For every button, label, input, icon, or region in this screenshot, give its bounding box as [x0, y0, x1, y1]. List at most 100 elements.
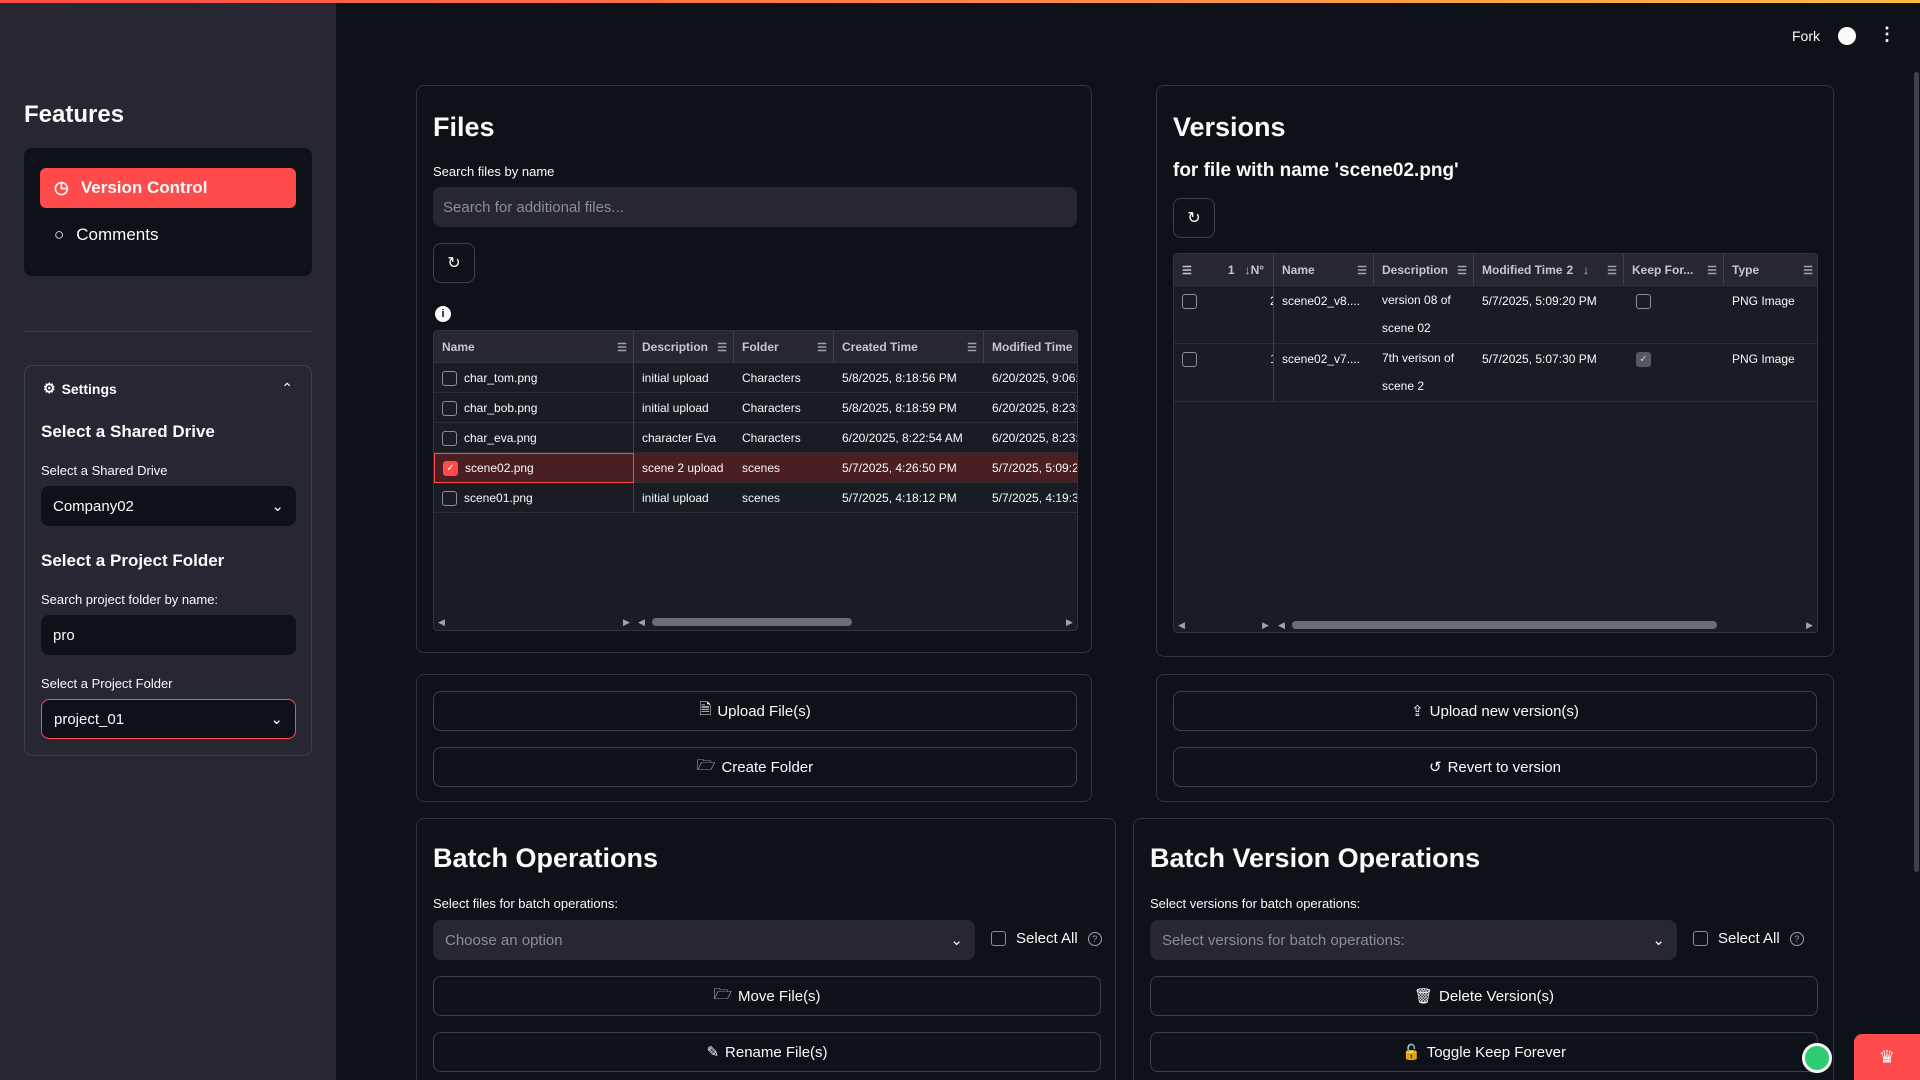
cell-modified: 5/7/2025, 4:19:3 [992, 491, 1078, 505]
versions-title: Versions [1173, 112, 1286, 142]
crown-icon: ♛ [1878, 1046, 1896, 1067]
folder-select[interactable]: project_01 ⌄ [41, 699, 296, 739]
col-header-created[interactable]: Created Time ☰ [834, 331, 984, 363]
files-search-input[interactable]: Search for additional files... [433, 187, 1077, 227]
select-all-checkbox[interactable] [1693, 931, 1708, 946]
row-checkbox[interactable] [442, 490, 457, 506]
kebab-menu-icon[interactable]: ⋮ [1878, 24, 1896, 45]
table-row[interactable]: 1 scene02_v7.... 7th verison ofscene 2 5/7/… [1174, 344, 1817, 402]
cell-name: char_bob.png [434, 393, 634, 423]
fork-link[interactable]: Fork [1792, 28, 1820, 44]
versions-refresh-button[interactable]: ↻ [1173, 198, 1215, 238]
table-row[interactable]: ✓ scene02.png scene 2 upload scenes 5/7/2025… [434, 453, 1077, 483]
col-header-sort[interactable]: ☰ 1 ↓ N° [1174, 254, 1274, 286]
rename-files-button[interactable]: ✎ Rename File(s) [433, 1032, 1101, 1072]
col-header-folder[interactable]: Folder ☰ [734, 331, 834, 363]
files-grid-hscrollbar[interactable] [652, 618, 852, 626]
github-icon[interactable] [1838, 27, 1856, 45]
col-header-description[interactable]: Description ☰ [634, 331, 734, 363]
cell-select: 2 [1174, 286, 1274, 344]
batch-versions-select-all[interactable]: Select All ? [1677, 930, 1804, 947]
cell-folder: Characters [742, 431, 801, 445]
help-icon[interactable]: ? [1789, 931, 1804, 946]
filter-icon[interactable]: ☰ [817, 341, 827, 354]
create-folder-button[interactable]: 🗁 Create Folder [433, 747, 1077, 787]
settings-header[interactable]: ⚙ Settings [43, 380, 117, 397]
scroll-right-icon[interactable]: ▶ [1806, 620, 1813, 631]
avatar[interactable] [1802, 1043, 1832, 1073]
folder-search-input[interactable]: pro [41, 615, 296, 655]
cell-created: 6/20/2025, 8:22:54 AM [842, 431, 963, 445]
scroll-right-icon[interactable]: ▶ [623, 617, 630, 628]
filter-icon[interactable]: ☰ [1607, 264, 1617, 277]
table-row[interactable]: char_tom.png initial upload Characters 5/8/… [434, 363, 1078, 393]
batch-version-operations-card: Batch Version Operations Select versions… [1133, 818, 1834, 1080]
row-checkbox[interactable]: ✓ [443, 460, 458, 476]
row-checkbox[interactable] [442, 400, 457, 416]
nav-item-version-control[interactable]: ◷ Version Control [40, 168, 296, 208]
col-header-modified[interactable]: Modified Time [984, 331, 1077, 363]
chat-icon: ○ [54, 225, 65, 244]
table-row[interactable]: char_eva.png character Eva Characters 6/20/… [434, 423, 1077, 453]
col-header-name[interactable]: Name ☰ [434, 331, 634, 363]
keep-forever-checkbox[interactable]: ✓ [1636, 352, 1651, 367]
help-icon[interactable]: ? [1087, 931, 1102, 946]
keep-forever-checkbox[interactable] [1636, 294, 1651, 309]
scroll-left-icon[interactable]: ◀ [1178, 620, 1185, 631]
scroll-left-icon[interactable]: ◀ [1278, 620, 1285, 631]
col-header-modified[interactable]: Modified Time 2 ↓ ☰ [1474, 254, 1624, 286]
scroll-left-icon[interactable]: ◀ [638, 617, 645, 628]
versions-grid: ☰ 1 ↓ N° Name ☰ Description ☰ Modified Tim… [1173, 253, 1818, 633]
table-row[interactable]: 2 scene02_v8.... version 08 ofscene 02 5/7/… [1174, 286, 1817, 344]
cell-created: 5/8/2025, 8:18:56 PM [842, 371, 957, 385]
row-checkbox[interactable] [442, 430, 457, 446]
delete-versions-button[interactable]: 🗑 Delete Version(s) [1150, 976, 1818, 1016]
table-row[interactable]: scene01.png initial upload scenes 5/7/2025,… [434, 483, 1078, 513]
filter-icon[interactable]: ☰ [967, 341, 977, 354]
scroll-right-icon[interactable]: ▶ [1262, 620, 1269, 631]
col-header-description[interactable]: Description ☰ [1374, 254, 1474, 286]
filter-icon[interactable]: ☰ [1182, 264, 1192, 277]
drive-select[interactable]: Company02 ⌄ [41, 486, 296, 526]
toggle-keep-forever-button[interactable]: 🔓 Toggle Keep Forever [1150, 1032, 1818, 1072]
move-files-button[interactable]: 🗁 Move File(s) [433, 976, 1101, 1016]
filter-icon[interactable]: ☰ [717, 341, 727, 354]
row-checkbox[interactable] [1182, 352, 1197, 367]
scroll-right-icon[interactable]: ▶ [1066, 617, 1073, 628]
filter-icon[interactable]: ☰ [1457, 264, 1467, 277]
batch-versions-select[interactable]: Select versions for batch operations: ⌄ [1150, 920, 1677, 960]
sort-down-icon[interactable]: ↓ [1583, 263, 1589, 277]
table-row[interactable]: char_bob.png initial upload Characters 5/8/… [434, 393, 1077, 423]
upload-files-button[interactable]: 🗎 Upload File(s) [433, 691, 1077, 731]
filter-icon[interactable]: ☰ [1803, 264, 1813, 277]
filter-icon[interactable]: ☰ [1357, 264, 1367, 277]
revert-version-button[interactable]: ↺ Revert to version [1173, 747, 1817, 787]
row-checkbox[interactable] [442, 370, 457, 386]
col-header-keep[interactable]: Keep For... ☰ [1624, 254, 1724, 286]
batch-select-all[interactable]: Select All ? [975, 930, 1102, 947]
nav-item-comments[interactable]: ○ Comments [40, 215, 296, 255]
row-checkbox[interactable] [1182, 294, 1197, 309]
upload-version-button[interactable]: ⇪ Upload new version(s) [1173, 691, 1817, 731]
filter-icon[interactable]: ☰ [1707, 264, 1717, 277]
drive-select-value: Company02 [53, 497, 134, 515]
cell-folder: scenes [742, 491, 781, 505]
info-icon[interactable]: i [435, 306, 451, 322]
scroll-left-icon[interactable]: ◀ [438, 617, 445, 628]
cell-modified: 6/20/2025, 9:06: [992, 371, 1078, 385]
chevron-up-icon[interactable]: ⌃ [281, 380, 293, 397]
filter-icon[interactable]: ☰ [617, 341, 627, 354]
page-scrollbar[interactable] [1914, 72, 1919, 872]
col-header-name[interactable]: Name ☰ [1274, 254, 1374, 286]
versions-grid-hscrollbar[interactable] [1292, 621, 1717, 629]
col-header-type[interactable]: Type ☰ [1724, 254, 1817, 286]
cell-name: scene01.png [434, 483, 634, 513]
files-search-placeholder: Search for additional files... [443, 198, 624, 216]
batch-files-select[interactable]: Choose an option ⌄ [433, 920, 975, 960]
cell-created: 5/7/2025, 4:18:12 PM [842, 491, 957, 505]
streamlit-crown-button[interactable]: ♛ [1854, 1034, 1920, 1080]
select-all-checkbox[interactable] [991, 931, 1006, 946]
chevron-down-icon: ⌄ [950, 932, 963, 949]
files-refresh-button[interactable]: ↻ [433, 243, 475, 283]
cell-description: character Eva [642, 431, 717, 445]
